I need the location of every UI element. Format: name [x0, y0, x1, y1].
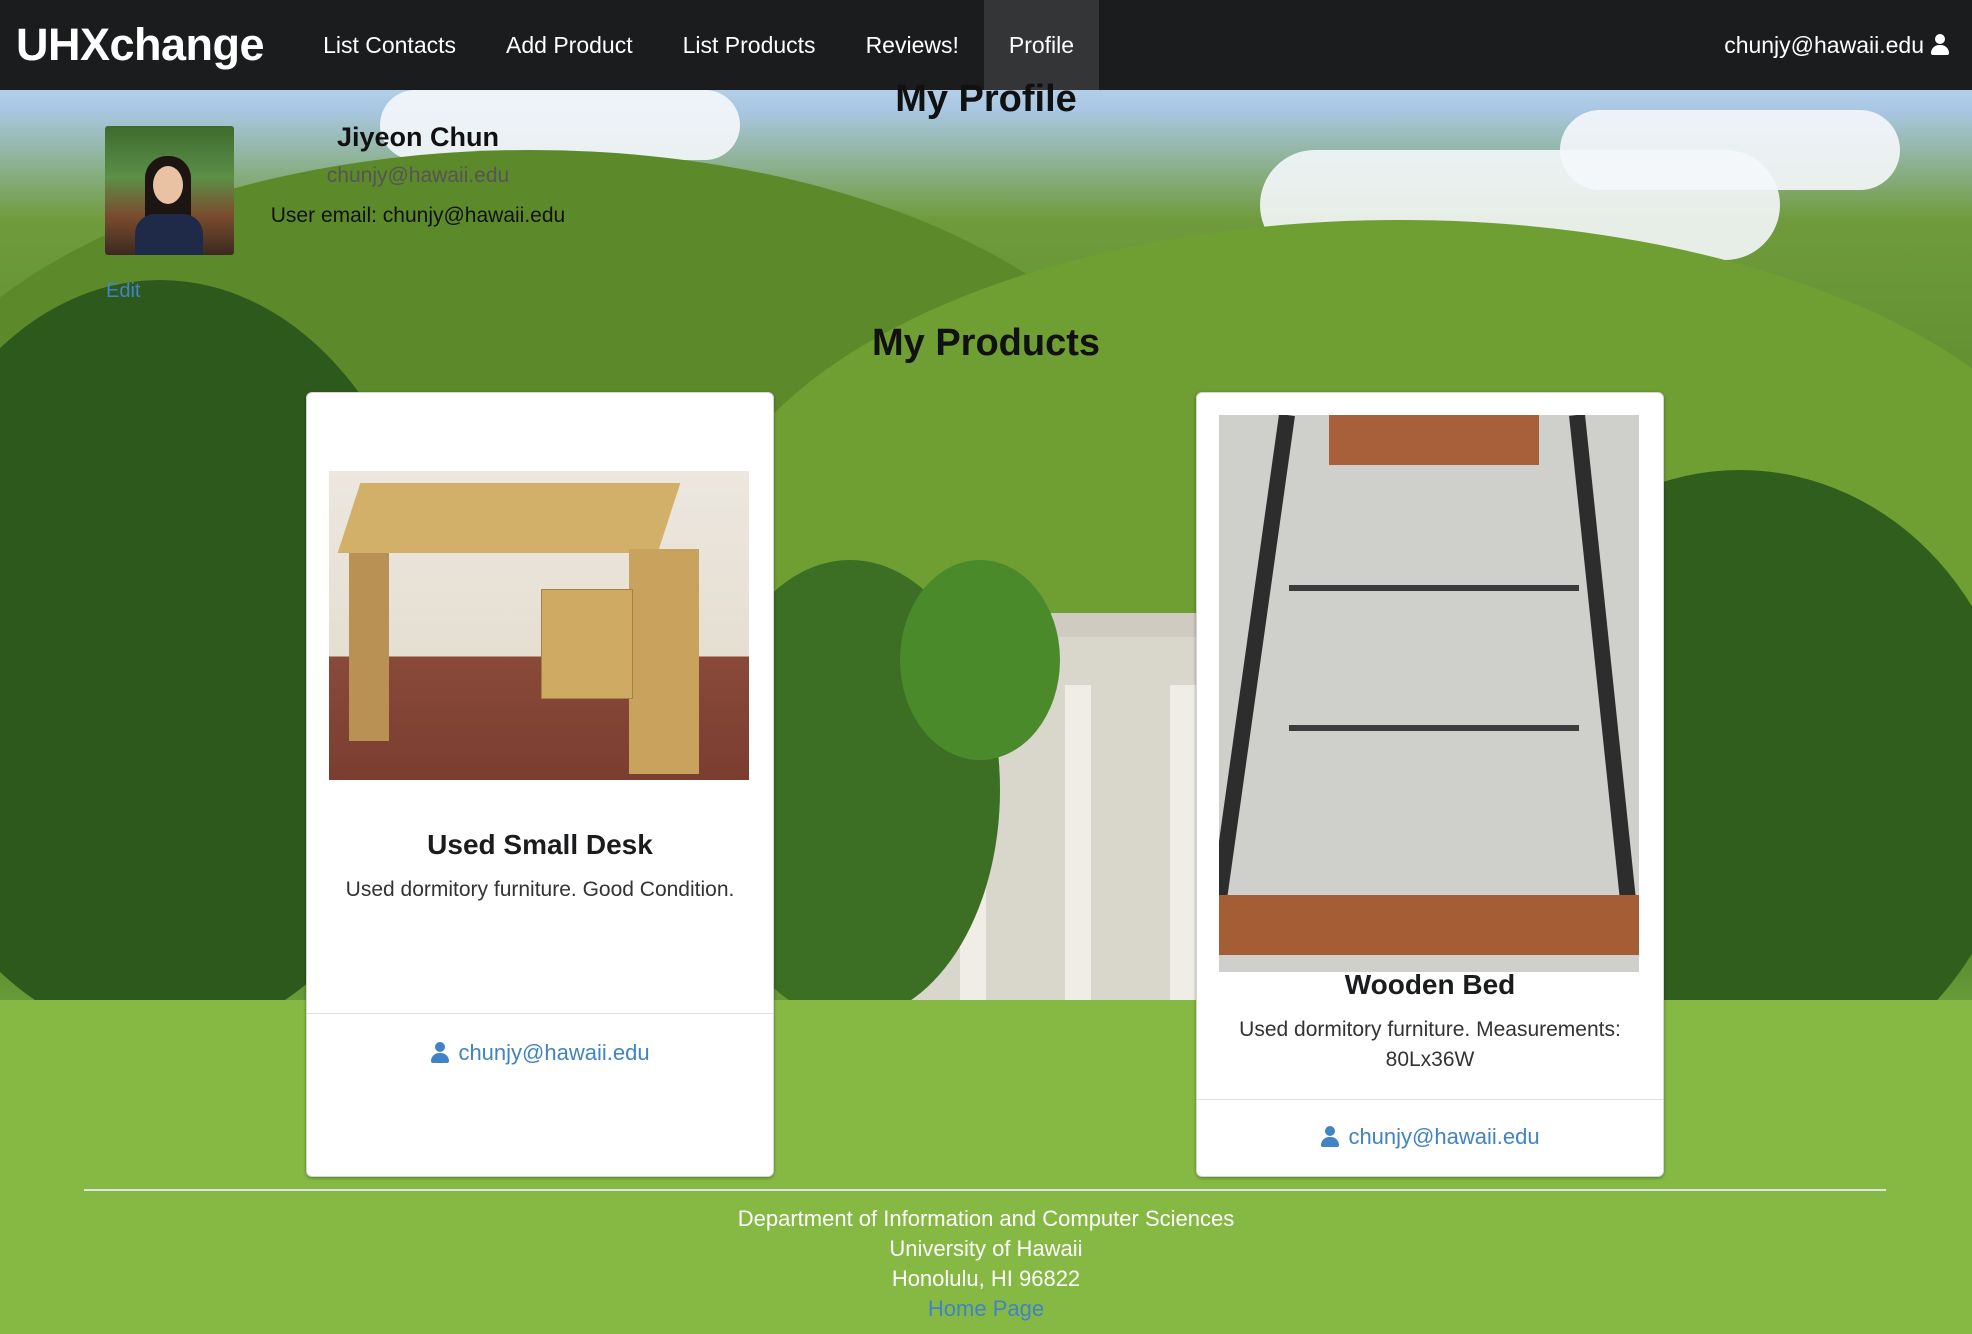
- product-card: Used Small Desk Used dormitory furniture…: [306, 392, 774, 1177]
- nav-reviews[interactable]: Reviews!: [841, 0, 984, 90]
- product-image-desk: [329, 471, 749, 780]
- avatar: [105, 126, 234, 255]
- footer-department: Department of Information and Computer S…: [737, 1206, 1235, 1231]
- card-footer: chunjy@hawaii.edu: [1197, 1099, 1663, 1176]
- home-page-link[interactable]: Home Page: [0, 1294, 1972, 1324]
- owner-email: chunjy@hawaii.edu: [458, 1040, 650, 1065]
- card-footer: chunjy@hawaii.edu: [307, 1013, 773, 1176]
- product-image-bed: [1219, 415, 1639, 972]
- owner-email: chunjy@hawaii.edu: [1348, 1124, 1540, 1149]
- product-description: Used dormitory furniture. Good Condition…: [345, 878, 735, 901]
- user-icon: [1320, 1126, 1340, 1148]
- footer-university: University of Hawaii: [889, 1236, 1083, 1261]
- nav-add-product[interactable]: Add Product: [481, 0, 658, 90]
- nav-list-products[interactable]: List Products: [658, 0, 841, 90]
- profile-user-email: User email: chunjy@hawaii.edu: [270, 204, 566, 227]
- product-description: Used dormitory furniture. Measurements: …: [1239, 1018, 1621, 1071]
- footer: Department of Information and Computer S…: [0, 1204, 1972, 1324]
- nav-list-contacts[interactable]: List Contacts: [298, 0, 481, 90]
- footer-address: Honolulu, HI 96822: [891, 1266, 1081, 1291]
- profile-email: chunjy@hawaii.edu: [326, 164, 510, 187]
- products-title: My Products: [871, 322, 1101, 364]
- footer-divider: [84, 1189, 1886, 1191]
- user-menu[interactable]: chunjy@hawaii.edu: [1724, 32, 1950, 59]
- nav-profile[interactable]: Profile: [983, 0, 1100, 90]
- owner-email-link[interactable]: chunjy@hawaii.edu: [1320, 1124, 1540, 1150]
- top-navbar: UHXchange List Contacts Add Product List…: [0, 0, 1972, 90]
- profile-title: My Profile: [895, 78, 1077, 120]
- profile-name: Jiyeon Chun: [336, 122, 499, 152]
- product-card: Wooden Bed Used dormitory furniture. Mea…: [1196, 392, 1664, 1177]
- brand-logo[interactable]: UHXchange: [16, 19, 265, 71]
- background-campus-image: [0, 0, 1972, 1334]
- product-name: Used Small Desk: [427, 829, 653, 860]
- user-icon: [430, 1042, 450, 1064]
- product-name: Wooden Bed: [1344, 969, 1516, 1000]
- user-menu-email: chunjy@hawaii.edu: [1724, 31, 1924, 58]
- owner-email-link[interactable]: chunjy@hawaii.edu: [430, 1040, 650, 1066]
- edit-profile-link[interactable]: Edit: [106, 280, 140, 303]
- user-icon: [1930, 34, 1950, 56]
